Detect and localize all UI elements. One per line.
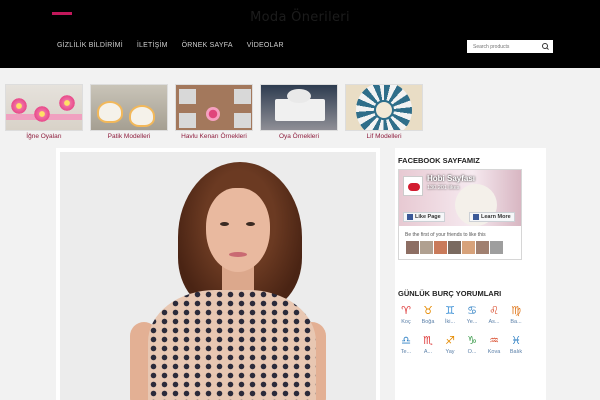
featured-image[interactable]: [60, 152, 376, 400]
facebook-widget-title: FACEBOOK SAYFAMIZ: [398, 156, 480, 165]
search-icon[interactable]: [539, 40, 551, 53]
category-label[interactable]: İğne Oyaları: [5, 133, 83, 140]
avatar[interactable]: [420, 241, 433, 254]
needle-lace-thumbnail[interactable]: [5, 84, 83, 131]
avatar[interactable]: [476, 241, 489, 254]
zodiac-leo[interactable]: ♌ As...: [486, 304, 502, 325]
nav-sample-page[interactable]: ÖRNEK SAYFA: [182, 42, 233, 49]
taurus-icon[interactable]: ♉: [422, 304, 435, 317]
nav-contact[interactable]: İLETİŞİM: [137, 42, 168, 49]
nav-videos[interactable]: VİDEOLAR: [247, 42, 284, 49]
avatar[interactable]: [434, 241, 447, 254]
category-label[interactable]: Lif Modelleri: [345, 133, 423, 140]
nav-privacy[interactable]: GİZLİLİK BİLDİRİMİ: [57, 42, 123, 49]
zodiac-aquarius[interactable]: ♒ Kova: [486, 334, 502, 355]
facebook-page-widget: Hobi Sayfası 130.201 likes Like Page Lea…: [398, 169, 522, 260]
category-towel-edge[interactable]: Havlu Kenarı Örnekleri: [175, 84, 253, 140]
fb-page-name[interactable]: Hobi Sayfası: [427, 174, 475, 183]
fb-friend-avatars: [406, 241, 503, 254]
learn-more-button[interactable]: Learn More: [469, 212, 515, 222]
booties-thumbnail[interactable]: [90, 84, 168, 131]
zodiac-row-2: ♎ Te... ♏ A... ♐ Yay ♑ O... ♒ Kova ♓ Balık: [398, 334, 528, 355]
category-label[interactable]: Oya Örnekleri: [260, 133, 338, 140]
like-page-button[interactable]: Like Page: [403, 212, 445, 222]
aries-icon[interactable]: ♈: [400, 304, 413, 317]
fb-friends-text: Be the first of your friends to like thi…: [405, 232, 486, 238]
facebook-icon: [473, 214, 479, 220]
zodiac-aries[interactable]: ♈ Koç: [398, 304, 414, 325]
virgo-icon[interactable]: ♍: [510, 304, 523, 317]
avatar[interactable]: [406, 241, 419, 254]
aquarius-icon[interactable]: ♒: [488, 334, 501, 347]
sidebar: FACEBOOK SAYFAMIZ Hobi Sayfası 130.201 l…: [395, 148, 546, 400]
avatar[interactable]: [462, 241, 475, 254]
zodiac-capricorn[interactable]: ♑ O...: [464, 334, 480, 355]
zodiac-sagittarius[interactable]: ♐ Yay: [442, 334, 458, 355]
sagittarius-icon[interactable]: ♐: [444, 334, 457, 347]
libra-icon[interactable]: ♎: [400, 334, 413, 347]
main-content: [56, 148, 380, 400]
horoscope-widget-title: GÜNLÜK BURÇ YORUMLARI: [398, 289, 502, 298]
doily-thumbnail[interactable]: [345, 84, 423, 131]
site-header: Moda Önerileri GİZLİLİK BİLDİRİMİ İLETİŞ…: [0, 0, 600, 68]
category-label[interactable]: Patik Modelleri: [90, 133, 168, 140]
category-booties[interactable]: Patik Modelleri: [90, 84, 168, 140]
capricorn-icon[interactable]: ♑: [466, 334, 479, 347]
zodiac-cancer[interactable]: ♋ Ye...: [464, 304, 480, 325]
lace-thumbnail[interactable]: [260, 84, 338, 131]
category-needle-lace[interactable]: İğne Oyaları: [5, 84, 83, 140]
facebook-cover[interactable]: Hobi Sayfası 130.201 likes Like Page Lea…: [399, 170, 521, 226]
page-logo[interactable]: [403, 176, 423, 196]
search-box: [467, 40, 553, 53]
search-input[interactable]: [467, 40, 539, 53]
zodiac-libra[interactable]: ♎ Te...: [398, 334, 414, 355]
main-nav: GİZLİLİK BİLDİRİMİ İLETİŞİM ÖRNEK SAYFA …: [57, 42, 284, 49]
avatar[interactable]: [448, 241, 461, 254]
gemini-icon[interactable]: ♊: [444, 304, 457, 317]
category-doily[interactable]: Lif Modelleri: [345, 84, 423, 140]
leo-icon[interactable]: ♌: [488, 304, 501, 317]
pisces-icon[interactable]: ♓: [510, 334, 523, 347]
site-title[interactable]: Moda Önerileri: [0, 10, 600, 25]
avatar[interactable]: [490, 241, 503, 254]
facebook-icon: [407, 214, 413, 220]
scorpio-icon[interactable]: ♏: [422, 334, 435, 347]
category-strip: İğne Oyaları Patik Modelleri Havlu Kenar…: [5, 84, 423, 140]
zodiac-taurus[interactable]: ♉ Boğa: [420, 304, 436, 325]
zodiac-gemini[interactable]: ♊ İki...: [442, 304, 458, 325]
zodiac-pisces[interactable]: ♓ Balık: [508, 334, 524, 355]
category-lace[interactable]: Oya Örnekleri: [260, 84, 338, 140]
zodiac-row-1: ♈ Koç ♉ Boğa ♊ İki... ♋ Ye... ♌ As... ♍ Ba...: [398, 304, 528, 325]
zodiac-scorpio[interactable]: ♏ A...: [420, 334, 436, 355]
fb-likes-count: 130.201 likes: [427, 185, 460, 191]
zodiac-virgo[interactable]: ♍ Ba...: [508, 304, 524, 325]
towel-edge-thumbnail[interactable]: [175, 84, 253, 131]
category-label[interactable]: Havlu Kenarı Örnekleri: [175, 133, 253, 140]
cancer-icon[interactable]: ♋: [466, 304, 479, 317]
